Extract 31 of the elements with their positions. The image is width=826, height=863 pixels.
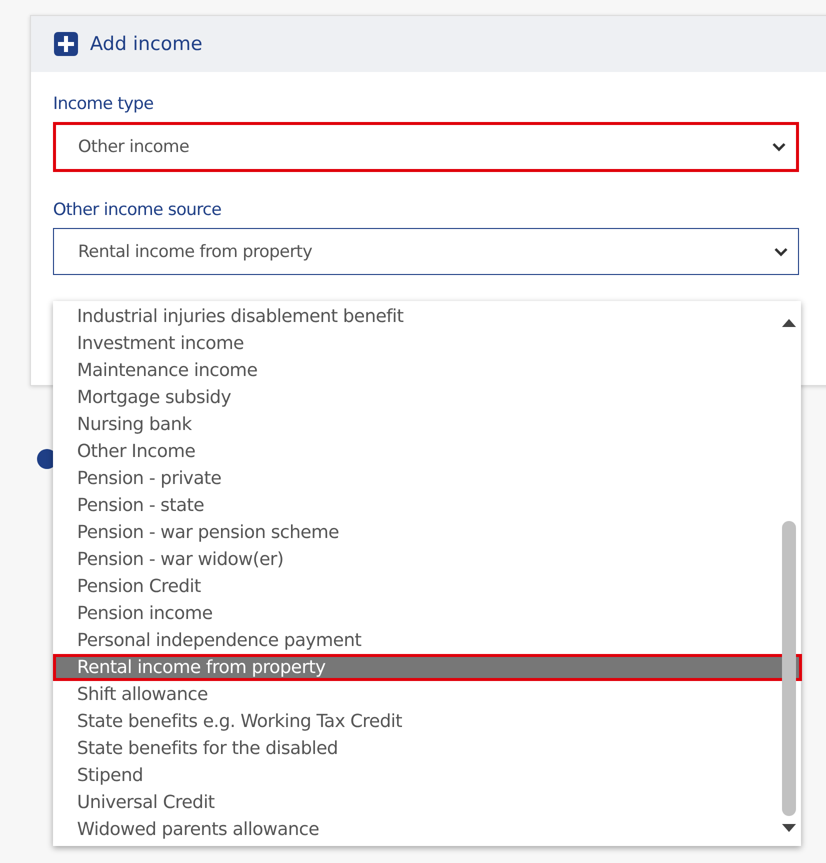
chevron-down-icon [774,246,788,256]
dropdown-option[interactable]: Investment income [53,330,777,357]
scrollbar-thumb[interactable] [782,521,796,816]
dropdown-option[interactable]: State benefits for the disabled [53,735,777,762]
select-field[interactable]: Other income [53,122,799,172]
dropdown-option[interactable]: Pension income [53,600,777,627]
dropdown-option[interactable]: Rental income from property [53,654,802,681]
dropdown-option[interactable]: Pension - state [53,492,777,519]
dropdown-option[interactable]: Shift allowance [53,681,777,708]
select-field[interactable]: Rental income from property [53,228,799,275]
card-title[interactable]: Add income [90,33,202,55]
field-label: Other income source [53,200,222,220]
add-icon[interactable] [54,32,78,56]
dropdown-option[interactable]: Stipend [53,762,777,789]
dropdown-option[interactable]: Maintenance income [53,357,777,384]
field-label: Income type [53,94,154,114]
dropdown-option[interactable]: Nursing bank [53,411,777,438]
dropdown-option[interactable]: Pension Credit [53,573,777,600]
dropdown-option[interactable]: Pension - war widow(er) [53,546,777,573]
dropdown-option[interactable]: Other Income [53,438,777,465]
chevron-down-icon [772,142,786,152]
dropdown-option[interactable]: State benefits e.g. Working Tax Credit [53,708,777,735]
dropdown-option[interactable]: Personal independence payment [53,627,777,654]
dropdown-option[interactable]: Pension - war pension scheme [53,519,777,546]
dropdown-option[interactable]: Mortgage subsidy [53,384,777,411]
dropdown-option[interactable]: Widowed parents allowance [53,816,777,843]
dropdown-option[interactable]: Industrial injuries disablement benefit [53,303,777,330]
dropdown-option[interactable]: Universal Credit [53,789,777,816]
scroll-down-icon[interactable] [782,824,796,832]
scroll-up-icon[interactable] [782,319,796,327]
dropdown-option[interactable]: Pension - private [53,465,777,492]
